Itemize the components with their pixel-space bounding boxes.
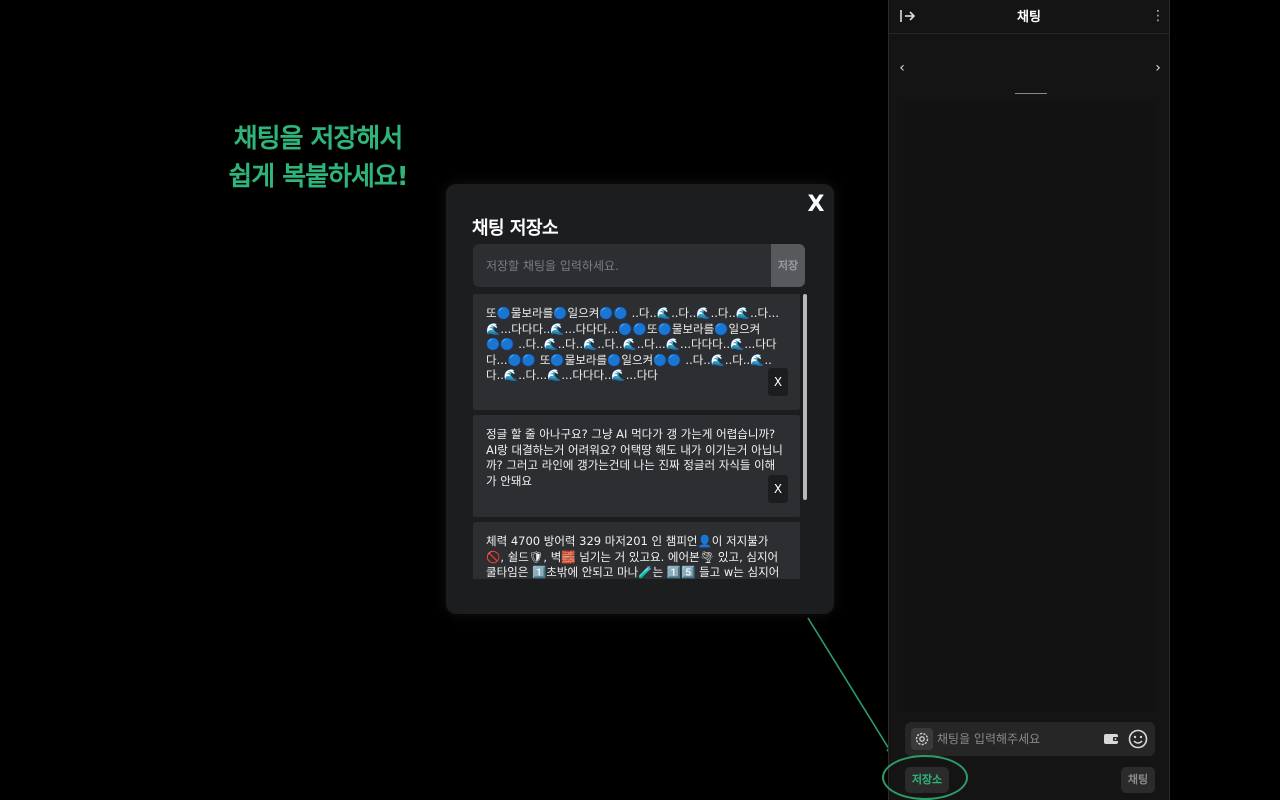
list-scrollbar[interactable] [803, 294, 807, 579]
chat-input-box [905, 722, 1155, 756]
saved-chat-text: 체력 4700 방어력 329 마저201 인 챔피언👤이 저지불가🚫, 쉴드🛡… [486, 534, 780, 579]
more-vertical-icon[interactable]: ⋮ [1151, 6, 1165, 26]
saved-chat-text: 정글 할 줄 아나구요? 그냥 AI 먹다가 갱 가는게 어렵습니까? AI랑 … [486, 427, 783, 488]
promo-caption: 채팅을 저장해서 쉽게 복붙하세요! [214, 120, 422, 196]
storage-button[interactable]: 저장소 [905, 767, 949, 793]
send-chat-button[interactable]: 채팅 [1121, 767, 1155, 793]
saved-chat-list[interactable]: 또🔵물보라를🔵일으켜🔵🔵 ..다..🌊..다..🌊..다..🌊..다...🌊..… [473, 294, 807, 579]
chat-panel: 채팅 ⋮ ‹ › 저장소 [888, 0, 1170, 800]
close-modal-button[interactable]: X [806, 192, 826, 218]
modal-title: 채팅 저장소 [472, 218, 559, 239]
saved-chat-item[interactable]: 또🔵물보라를🔵일으켜🔵🔵 ..다..🌊..다..🌊..다..🌊..다...🌊..… [473, 294, 800, 410]
screen: 채팅을 저장해서 쉽게 복붙하세요! X 채팅 저장소 저장 또🔵물보라를🔵일으… [0, 0, 1280, 800]
saved-chat-text: 또🔵물보라를🔵일으켜🔵🔵 ..다..🌊..다..🌊..다..🌊..다...🌊..… [486, 306, 779, 382]
save-button[interactable]: 저장 [771, 244, 805, 287]
save-chat-row: 저장 [473, 244, 805, 287]
saved-chat-item[interactable]: 정글 할 줄 아나구요? 그냥 AI 먹다가 갱 가는게 어렵습니까? AI랑 … [473, 415, 800, 517]
chat-message-area[interactable] [903, 102, 1155, 712]
promo-line-1: 채팅을 저장해서 [233, 124, 404, 154]
chevron-right-icon[interactable]: › [1151, 58, 1165, 78]
smiley-icon[interactable] [1127, 728, 1149, 750]
promo-line-2: 쉽게 복붙하세요! [228, 162, 408, 192]
chat-storage-modal: X 채팅 저장소 저장 또🔵물보라를🔵일으켜🔵🔵 ..다..🌊..다..🌊..다… [446, 184, 834, 614]
delete-item-button[interactable]: X [768, 368, 788, 396]
delete-item-button[interactable]: X [768, 475, 788, 503]
chevron-left-icon[interactable]: ‹ [895, 58, 909, 78]
scrollbar-thumb[interactable] [803, 294, 807, 500]
chat-message-input[interactable] [937, 722, 1097, 756]
coin-wallet-icon[interactable] [1103, 730, 1121, 748]
panel-header: 채팅 ⋮ [889, 0, 1169, 34]
save-chat-input[interactable] [473, 244, 771, 287]
page-indicator [1015, 93, 1047, 94]
panel-title: 채팅 [1017, 10, 1041, 25]
gear-icon[interactable] [911, 728, 933, 750]
saved-chat-item[interactable]: 체력 4700 방어력 329 마저201 인 챔피언👤이 저지불가🚫, 쉴드🛡… [473, 522, 800, 579]
